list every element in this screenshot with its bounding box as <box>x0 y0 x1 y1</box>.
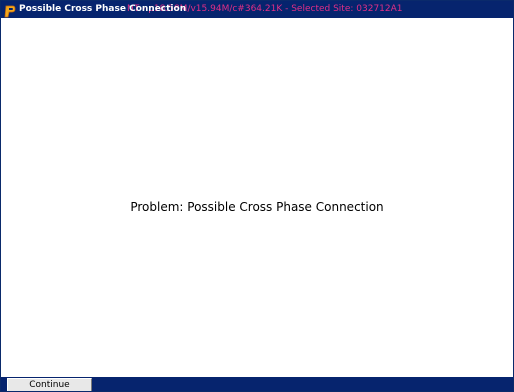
problem-message: Problem: Possible Cross Phase Connection <box>130 200 384 214</box>
bottom-bar: Continue <box>1 377 513 391</box>
dialog-window: NT - p18.58M/v15.94M/c#364.21K - Selecte… <box>0 0 514 392</box>
window-title: Possible Cross Phase Connection <box>19 4 187 14</box>
app-logo-icon <box>4 3 16 18</box>
continue-button[interactable]: Continue <box>7 378 92 391</box>
main-content: Problem: Possible Cross Phase Connection <box>1 18 513 377</box>
title-bar: NT - p18.58M/v15.94M/c#364.21K - Selecte… <box>1 1 513 18</box>
